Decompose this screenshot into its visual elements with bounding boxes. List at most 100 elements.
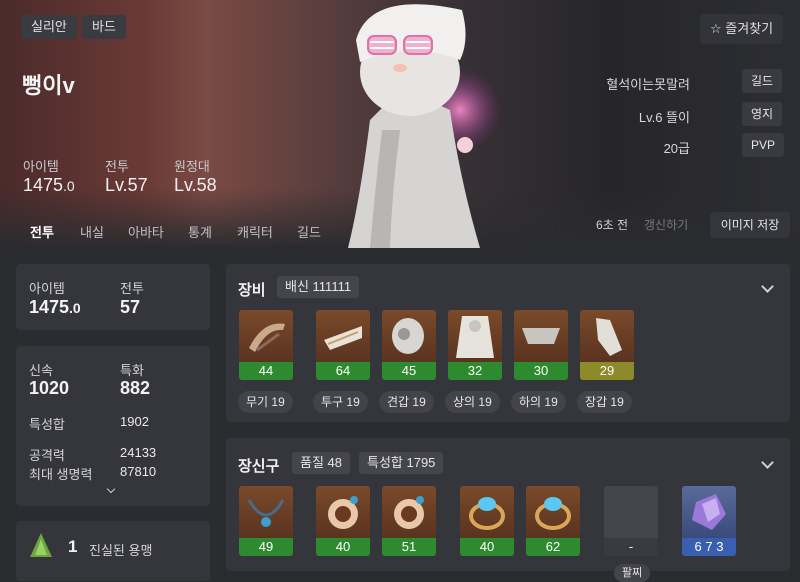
accessory-slot-stone[interactable]: 6 7 3 xyxy=(682,486,736,556)
tab-internal[interactable]: 내실 xyxy=(80,222,104,241)
equipment-label-chest: 상의 19 xyxy=(445,391,500,413)
accessory-slot-necklace[interactable]: 49 xyxy=(239,486,293,556)
quality-bar: 51 xyxy=(382,538,436,556)
engraving-count: 1 xyxy=(68,537,78,556)
gloves-icon xyxy=(580,310,634,362)
guild-name: 혈석이는못말려 xyxy=(606,77,690,92)
equipment-slot-gloves[interactable]: 29 xyxy=(580,310,634,380)
server-tag: 실리안 xyxy=(21,15,77,39)
summary-item-label: 아이템 xyxy=(29,281,65,296)
weapon-icon xyxy=(239,310,293,362)
attack-value: 24133 xyxy=(120,445,157,460)
chest-icon xyxy=(448,310,502,362)
favorite-button[interactable]: ☆ 즐겨찾기 xyxy=(700,14,784,44)
shoulder-icon xyxy=(382,310,436,362)
pants-icon xyxy=(514,310,568,362)
crit-value: 882 xyxy=(120,378,151,398)
hp-value: 87810 xyxy=(120,464,157,479)
equipment-label-gloves: 장갑 19 xyxy=(577,391,632,413)
equipment-panel: 장비 배신 111111 44 64 45 32 30 29 무기 19 투구 … xyxy=(226,264,790,422)
class-tag: 바드 xyxy=(82,15,126,39)
stat-sum-value: 1902 xyxy=(120,414,149,429)
accessory-slot-earring-2[interactable]: 51 xyxy=(382,486,436,556)
equipment-label-helmet: 투구 19 xyxy=(313,391,368,413)
quality-bar: 49 xyxy=(239,538,293,556)
accessory-slot-ring-2[interactable]: 62 xyxy=(526,486,580,556)
accessories-collapse-icon[interactable] xyxy=(761,456,774,469)
equipment-set-badge: 배신 111111 xyxy=(277,276,360,298)
accessory-slot-bracelet[interactable]: - xyxy=(604,486,658,556)
expand-chevron-icon[interactable] xyxy=(106,484,116,494)
equipment-label-shoulder: 견갑 19 xyxy=(379,391,434,413)
quality-bar: 32 xyxy=(448,362,502,380)
pvp-badge: PVP xyxy=(742,133,785,157)
stone-icon xyxy=(682,486,736,538)
guild-badge: 길드 xyxy=(742,69,783,93)
quality-bar: 40 xyxy=(316,538,370,556)
engraving-name: 진실된 용맹 xyxy=(89,543,153,558)
ring-icon xyxy=(526,486,580,538)
tab-stats[interactable]: 통계 xyxy=(188,222,212,241)
tab-character[interactable]: 캐릭터 xyxy=(237,222,273,241)
last-updated: 6초 전 xyxy=(596,218,629,232)
accessories-quality-badge: 품질 48 xyxy=(292,452,350,474)
accessories-title: 장신구 xyxy=(238,458,280,475)
expedition-level-value: Lv.58 xyxy=(174,175,217,195)
quality-bar: 44 xyxy=(239,362,293,380)
tab-combat[interactable]: 전투 xyxy=(30,222,54,241)
character-avatar xyxy=(348,4,500,248)
equipment-collapse-icon[interactable] xyxy=(761,280,774,293)
quality-bar: 40 xyxy=(460,538,514,556)
accessory-slot-ring-1[interactable]: 40 xyxy=(460,486,514,556)
item-level-label: 아이템 xyxy=(23,159,59,174)
quality-bar: 62 xyxy=(526,538,580,556)
earring-icon xyxy=(316,486,370,538)
character-name: 뻥이v xyxy=(22,73,75,98)
tab-avatar[interactable]: 아바타 xyxy=(128,222,164,241)
equipment-slot-weapon[interactable]: 44 xyxy=(239,310,293,380)
necklace-icon xyxy=(239,486,293,538)
swiftness-label: 신속 xyxy=(29,363,53,378)
quality-bar: 29 xyxy=(580,362,634,380)
quality-bar: - xyxy=(604,538,658,556)
earring-icon xyxy=(382,486,436,538)
pvp-rank: 20급 xyxy=(663,141,690,156)
quality-bar: 45 xyxy=(382,362,436,380)
helmet-icon xyxy=(316,310,370,362)
summary-card: 아이템 1475.0 전투 57 xyxy=(16,264,210,330)
quality-bar: 64 xyxy=(316,362,370,380)
stat-sum-label: 특성합 xyxy=(29,417,65,432)
swiftness-value: 1020 xyxy=(29,378,70,398)
equipment-label-pants: 하의 19 xyxy=(511,391,566,413)
empty-slot xyxy=(604,486,658,538)
combat-level-value: Lv.57 xyxy=(105,175,148,195)
bracelet-label: 팔찌 xyxy=(614,564,651,582)
summary-combat-value: 57 xyxy=(120,297,141,317)
tab-guild[interactable]: 길드 xyxy=(297,222,321,241)
quality-bar: 6 7 3 xyxy=(682,538,736,556)
accessory-slot-earring-1[interactable]: 40 xyxy=(316,486,370,556)
accessories-panel: 장신구 품질 48 특성합 1795 49 40 51 40 62 - 6 7 … xyxy=(226,438,790,582)
equipment-label-weapon: 무기 19 xyxy=(238,391,293,413)
engraving-card: 1 진실된 용맹 xyxy=(16,521,210,581)
quality-bar: 30 xyxy=(514,362,568,380)
equipment-slot-chest[interactable]: 32 xyxy=(448,310,502,380)
star-icon: ☆ xyxy=(710,21,722,36)
expedition-level-label: 원정대 xyxy=(174,159,210,174)
estate-name: Lv.6 뜰이 xyxy=(638,110,690,125)
ring-icon xyxy=(460,486,514,538)
summary-combat-label: 전투 xyxy=(120,281,144,296)
hp-label: 최대 생명력 xyxy=(29,467,93,482)
equipment-slot-pants[interactable]: 30 xyxy=(514,310,568,380)
refresh-button[interactable]: 갱신하기 xyxy=(644,216,688,233)
item-level-value: 1475.0 xyxy=(23,175,75,195)
save-image-button[interactable]: 이미지 저장 xyxy=(710,212,790,238)
accessories-stat-badge: 특성합 1795 xyxy=(359,452,444,474)
equipment-slot-shoulder[interactable]: 45 xyxy=(382,310,436,380)
attributes-card: 신속 1020 특화 882 특성합 1902 공격력 24133 최대 생명력… xyxy=(16,346,210,506)
combat-level-label: 전투 xyxy=(105,159,129,174)
crit-label: 특화 xyxy=(120,363,144,378)
equipment-slot-helmet[interactable]: 64 xyxy=(316,310,370,380)
attack-label: 공격력 xyxy=(29,448,65,463)
equipment-title: 장비 xyxy=(238,282,266,299)
